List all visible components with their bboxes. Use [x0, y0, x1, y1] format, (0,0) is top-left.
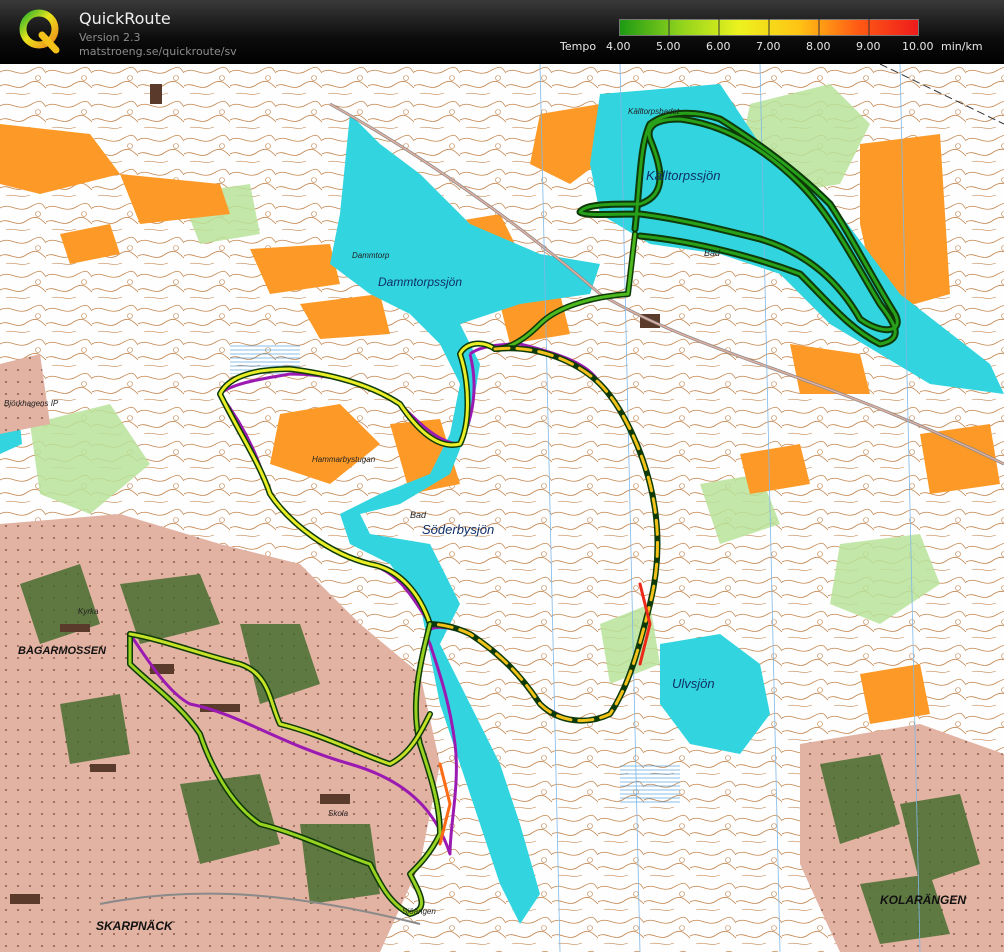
- pace-legend-tick: 5.00: [656, 40, 681, 53]
- pace-legend-tick: 10.00: [902, 40, 934, 53]
- pace-legend-title: Tempo: [560, 40, 597, 53]
- district-label: KOLARÄNGEN: [880, 892, 966, 907]
- pace-legend-tick: 6.00: [706, 40, 731, 53]
- place-label: Björkhagens IP: [4, 399, 59, 408]
- pace-legend-tick: 9.00: [856, 40, 881, 53]
- district-label: BAGARMOSSEN: [18, 645, 107, 657]
- place-label: Bad: [704, 248, 721, 258]
- place-label: Källtorpsbadet: [628, 107, 680, 116]
- lake-label: Dammtorpssjön: [378, 275, 462, 289]
- lake-label: Ulvsjön: [672, 676, 715, 691]
- lake-label: Källtorpssjön: [646, 168, 720, 183]
- pace-legend-ticks: [668, 19, 870, 36]
- place-label: Skola: [328, 809, 349, 818]
- pace-legend-tick: 8.00: [806, 40, 831, 53]
- app-version: Version 2.3: [79, 31, 141, 44]
- district-label: SKARPNÄCK: [96, 918, 174, 933]
- app-title: QuickRoute: [79, 9, 171, 28]
- place-label: Dammtorp: [352, 251, 390, 260]
- place-label: Sjöängen: [402, 907, 436, 916]
- pace-legend-unit: min/km: [941, 40, 983, 53]
- quickroute-logo-icon: Q: [19, 9, 60, 54]
- app-header: Q QuickRoute Version 2.3 matstroeng.se/q…: [0, 0, 1004, 64]
- pace-legend-tick: 7.00: [756, 40, 781, 53]
- pace-legend-tick: 4.00: [606, 40, 631, 53]
- place-label: Kyrka: [78, 607, 99, 616]
- app-url[interactable]: matstroeng.se/quickroute/sv: [79, 45, 237, 58]
- lake-label: Söderbysjön: [422, 522, 494, 537]
- place-label: Bad: [410, 510, 427, 520]
- place-label: Hammarbystugan: [312, 455, 376, 464]
- orienteering-map[interactable]: Källtorpssjön Källtorpsbadet Bad Dammtor…: [0, 64, 1004, 952]
